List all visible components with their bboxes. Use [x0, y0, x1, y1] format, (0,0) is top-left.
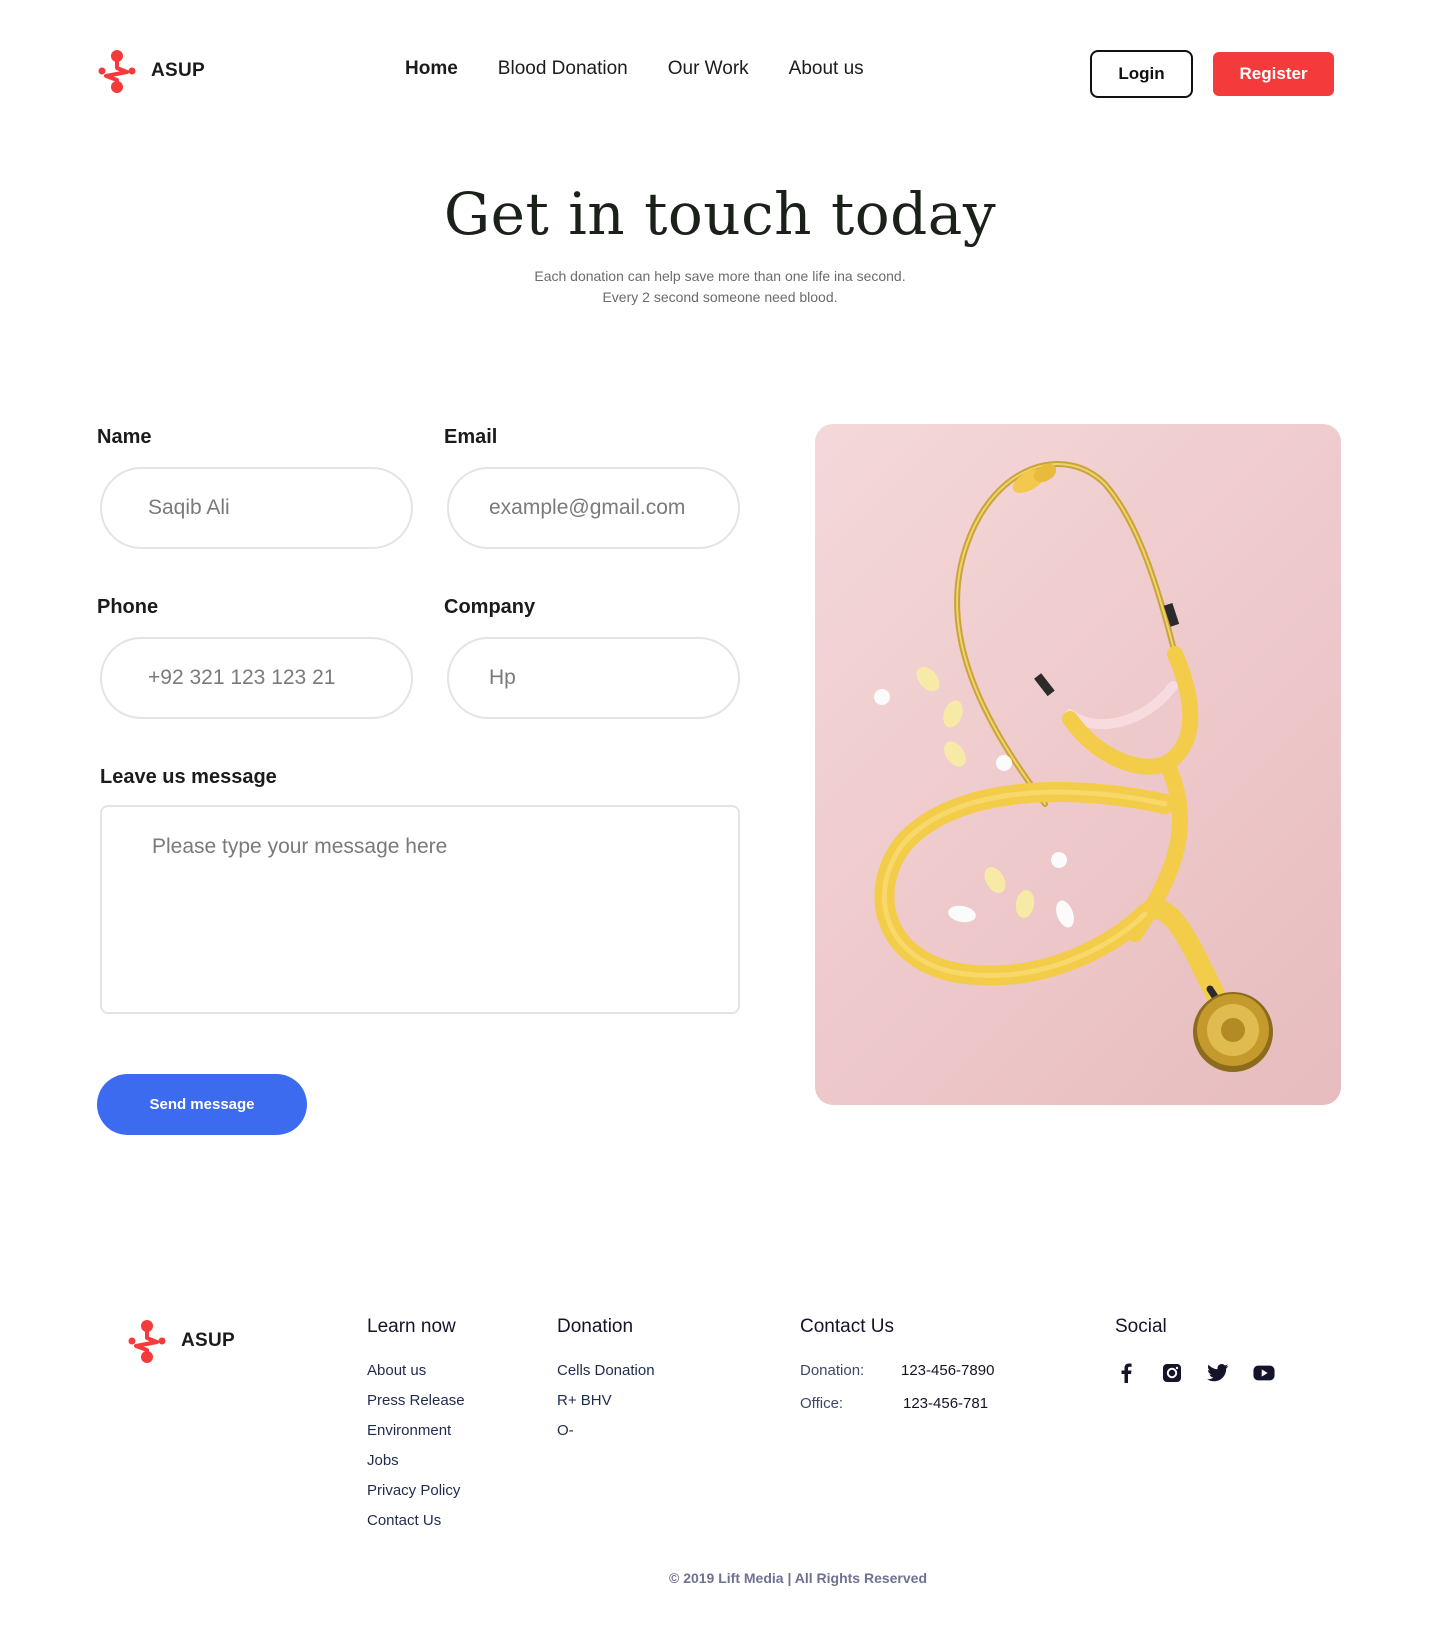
email-input[interactable]: example@gmail.com	[447, 467, 740, 549]
asup-logo-icon	[128, 1320, 166, 1363]
message-textarea[interactable]: Please type your message here	[100, 805, 740, 1014]
nav-blood-donation[interactable]: Blood Donation	[498, 58, 628, 80]
stethoscope-illustration	[874, 461, 1273, 1072]
facebook-icon[interactable]	[1115, 1362, 1137, 1384]
footer-link-press[interactable]: Press Release	[367, 1392, 465, 1422]
nav-our-work[interactable]: Our Work	[668, 58, 749, 80]
subtitle-line-2: Every 2 second someone need blood.	[602, 289, 838, 305]
contact-office-phone[interactable]: 123-456-781	[903, 1395, 988, 1428]
footer-brand-name: ASUP	[181, 1330, 235, 1351]
footer-social-title: Social	[1115, 1316, 1167, 1337]
copyright-text: © 2019 Lift Media | All Rights Reserved	[668, 1570, 927, 1586]
footer-link-o-negative[interactable]: O-	[557, 1422, 655, 1452]
footer-link-jobs[interactable]: Jobs	[367, 1452, 465, 1482]
brand-name: ASUP	[151, 60, 205, 81]
asup-logo-icon	[98, 50, 136, 93]
main-nav: Home Blood Donation Our Work About us	[405, 58, 864, 80]
footer-logo[interactable]: ASUP	[127, 1318, 235, 1364]
name-label: Name	[97, 426, 152, 448]
stethoscope-photo	[815, 424, 1341, 1105]
footer-learn-column: Learn now About us Press Release Environ…	[367, 1316, 465, 1542]
footer-donation-title: Donation	[557, 1316, 634, 1337]
contact-office-key: Office:	[800, 1395, 844, 1412]
phone-input[interactable]: +92 321 123 123 21	[100, 637, 413, 719]
contact-donation-key: Donation:	[800, 1362, 865, 1379]
footer-link-cells-donation[interactable]: Cells Donation	[557, 1362, 655, 1392]
message-label: Leave us message	[100, 766, 277, 788]
header-logo[interactable]: ASUP	[97, 48, 205, 94]
footer-link-r-bhv[interactable]: R+ BHV	[557, 1392, 655, 1422]
name-input[interactable]: Saqib Ali	[100, 467, 413, 549]
subtitle-line-1: Each donation can help save more than on…	[534, 268, 906, 284]
login-button[interactable]: Login	[1090, 50, 1193, 98]
footer-link-privacy[interactable]: Privacy Policy	[367, 1482, 465, 1512]
contact-donation-row: Donation: 123-456-7890	[800, 1362, 994, 1395]
company-label: Company	[444, 596, 536, 618]
footer-link-environment[interactable]: Environment	[367, 1422, 465, 1452]
contact-donation-phone[interactable]: 123-456-7890	[901, 1362, 994, 1395]
nav-about-us[interactable]: About us	[789, 58, 864, 80]
footer-link-contact[interactable]: Contact Us	[367, 1512, 465, 1542]
email-label: Email	[444, 426, 498, 448]
phone-label: Phone	[97, 596, 159, 618]
page-title: Get in touch today	[443, 180, 997, 248]
contact-office-row: Office: 123-456-781	[800, 1395, 994, 1428]
company-input[interactable]: Hp	[447, 637, 740, 719]
footer-social-column: Social	[1115, 1316, 1275, 1384]
footer-learn-title: Learn now	[367, 1316, 456, 1337]
footer-contact-title: Contact Us	[800, 1316, 894, 1337]
footer-donation-column: Donation Cells Donation R+ BHV O-	[557, 1316, 655, 1452]
footer-link-about[interactable]: About us	[367, 1362, 465, 1392]
send-message-button[interactable]: Send message	[97, 1074, 307, 1135]
page-subtitle: Each donation can help save more than on…	[0, 266, 1440, 308]
nav-home[interactable]: Home	[405, 58, 458, 80]
twitter-icon[interactable]	[1207, 1362, 1229, 1384]
instagram-icon[interactable]	[1161, 1362, 1183, 1384]
register-button[interactable]: Register	[1213, 52, 1334, 96]
youtube-icon[interactable]	[1253, 1362, 1275, 1384]
footer-contact-column: Contact Us Donation: 123-456-7890 Office…	[800, 1316, 994, 1428]
